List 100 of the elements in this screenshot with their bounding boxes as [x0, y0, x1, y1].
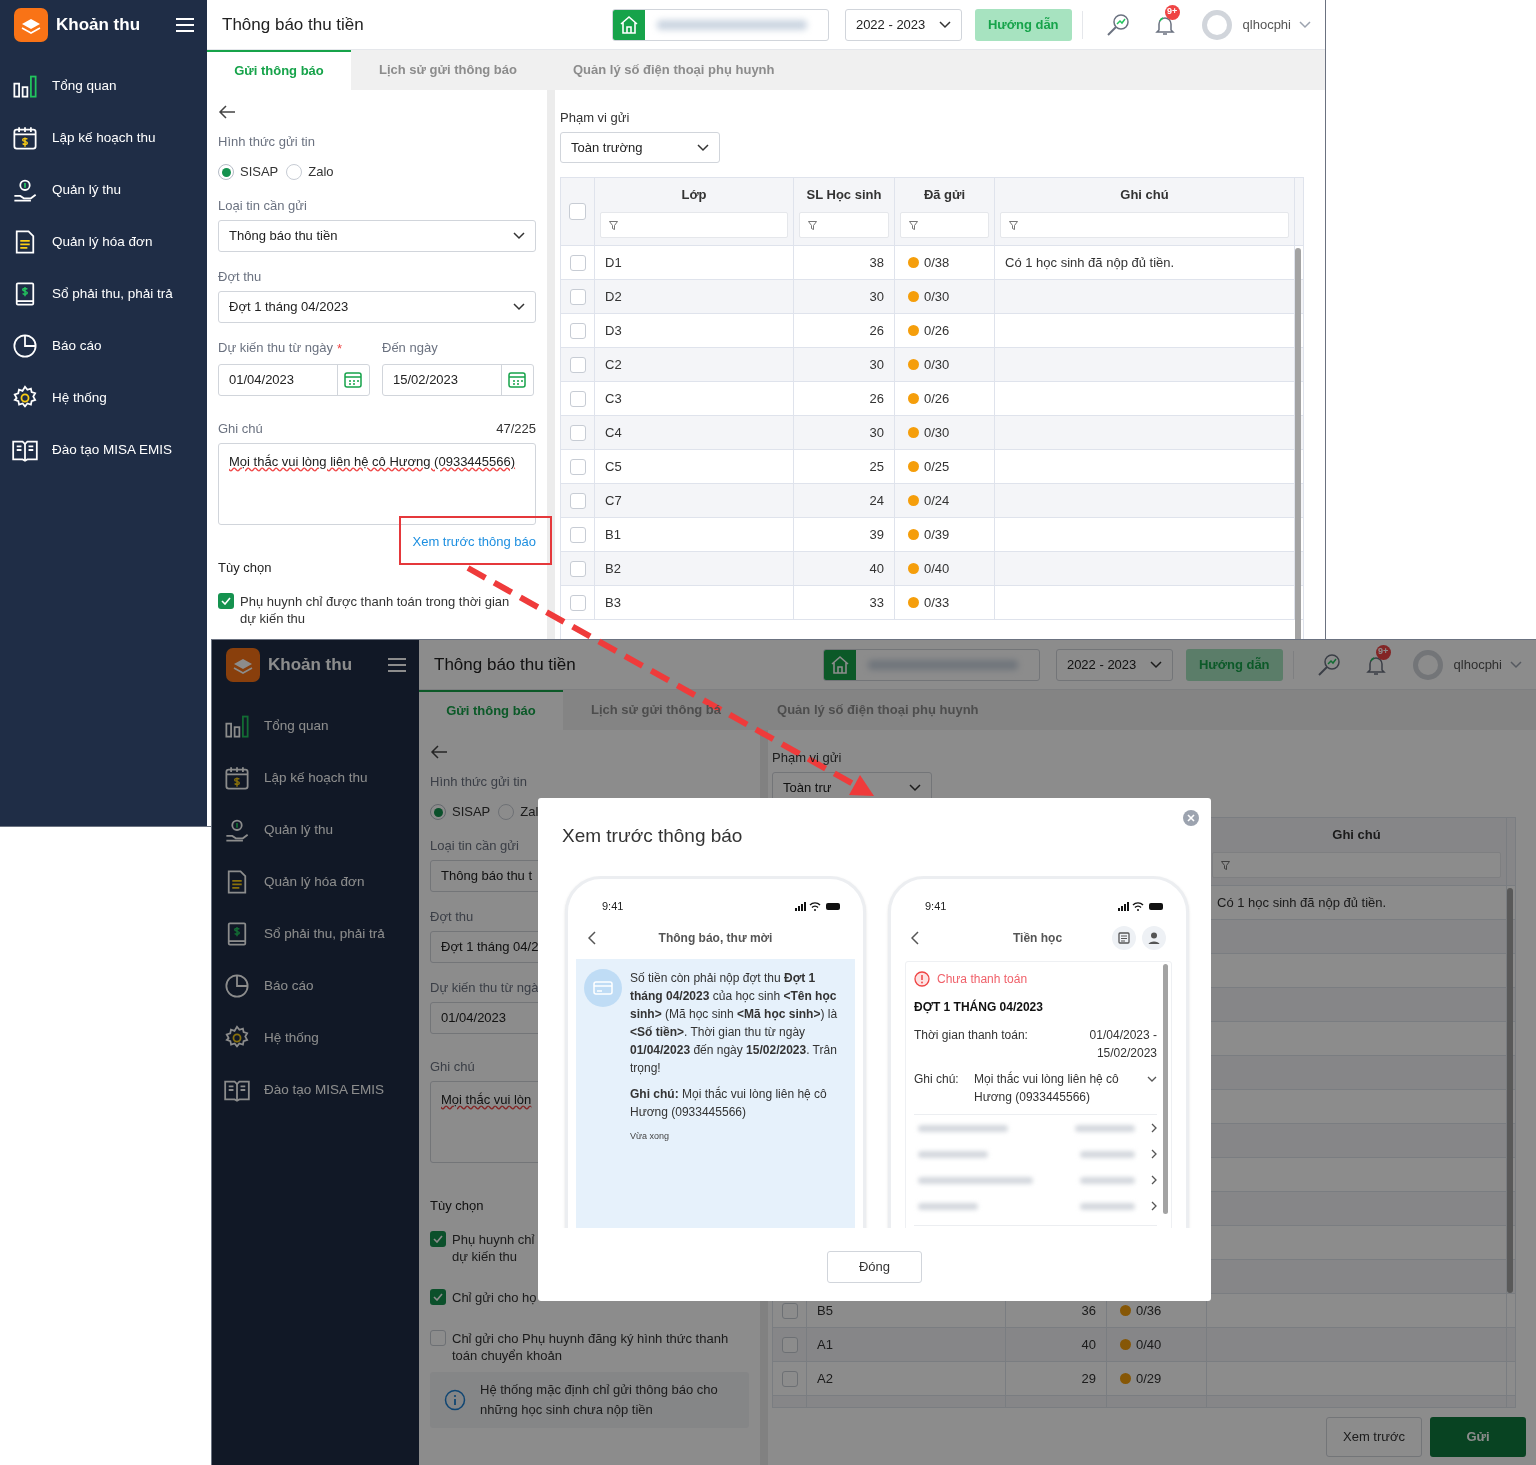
scrollbar[interactable]: [1507, 888, 1513, 1293]
chevron-down-icon: [697, 143, 709, 152]
school-field[interactable]: [822, 648, 1040, 681]
app-title: Khoản thu: [268, 654, 353, 677]
sidebar-item[interactable]: Quản lý hóa đơn: [212, 856, 419, 908]
status-dot-icon: [908, 359, 919, 370]
screen-title: Thông báo, thư mời: [657, 930, 774, 947]
sidebar-item[interactable]: Quản lý hóa đơn: [0, 216, 207, 268]
radio-option[interactable]: Zal: [498, 802, 539, 822]
select-field[interactable]: Đợt 1 tháng 04/2023: [218, 291, 536, 323]
year-select[interactable]: 2022 - 2023: [1055, 648, 1173, 681]
logo-icon: [14, 8, 48, 42]
checkbox[interactable]: [569, 458, 586, 475]
scrollbar[interactable]: [1163, 964, 1168, 1214]
check-icon: [433, 1235, 443, 1243]
status-bar-icons: [1118, 901, 1164, 911]
note-textarea[interactable]: Mọi thắc vui lòng liên hệ cô Hương (0933445566): [218, 442, 536, 525]
table-cell-text: Có 1 học sinh đã nộp đủ tiền.: [1005, 253, 1175, 272]
chevron-down-icon[interactable]: [1147, 1076, 1157, 1082]
checkbox[interactable]: [569, 594, 586, 611]
user-icon[interactable]: [1142, 926, 1166, 950]
status-dot-icon: [1120, 1305, 1131, 1316]
field-label: Thời gian thanh toán:: [914, 1027, 1028, 1044]
checkbox[interactable]: [569, 322, 586, 339]
select-field[interactable]: Thông báo thu tiền: [218, 220, 536, 252]
hand-coin-icon: [12, 177, 38, 203]
checkbox[interactable]: [781, 1302, 798, 1319]
filter-field[interactable]: [600, 212, 788, 238]
checkbox[interactable]: [569, 356, 586, 373]
sidebar-item[interactable]: Sổ phải thu, phải trả: [212, 908, 419, 960]
tab[interactable]: Gửi thông báo: [207, 50, 351, 90]
notification-badge: 9+: [1164, 4, 1180, 20]
radio-option[interactable]: SISAP: [218, 162, 279, 182]
field-label: Ghi chú: [218, 419, 263, 438]
radio-button[interactable]: [498, 804, 515, 820]
sidebar-item[interactable]: Sổ phải thu, phải trả: [0, 268, 207, 320]
filter-field[interactable]: [1212, 852, 1501, 878]
checkbox[interactable]: [569, 288, 586, 305]
checkbox[interactable]: [569, 526, 586, 543]
checkbox-option[interactable]: Phụ huynh chỉ được thanh toán trong thời gian dự kiến thu: [218, 592, 536, 627]
filter-field[interactable]: [799, 212, 889, 238]
school-field[interactable]: [611, 8, 829, 41]
year-select[interactable]: 2022 - 2023: [844, 8, 962, 41]
back-chevron-icon[interactable]: [588, 931, 596, 945]
timestamp: Vừa xong: [630, 1130, 671, 1143]
close-icon[interactable]: [1183, 810, 1199, 826]
checkbox[interactable]: [569, 560, 586, 577]
status-dot-icon: [908, 325, 919, 336]
checkbox[interactable]: [430, 1231, 446, 1247]
preview-button[interactable]: Xem trước: [1326, 1417, 1422, 1457]
checkbox[interactable]: [781, 1336, 798, 1353]
checkbox[interactable]: [430, 1289, 446, 1305]
sidebar-item[interactable]: Hệ thống: [0, 372, 207, 424]
back-arrow-icon[interactable]: [430, 743, 448, 761]
avatar-icon[interactable]: [1200, 8, 1233, 41]
table-cell-text: 40: [869, 559, 884, 578]
list-icon[interactable]: [1112, 926, 1136, 950]
send-button[interactable]: Gửi: [1430, 1417, 1526, 1457]
select-field[interactable]: Toàn trường: [560, 132, 720, 163]
sidebar-item[interactable]: Tổng quan: [0, 60, 207, 112]
sidebar-item[interactable]: Đào tạo MISA EMIS: [0, 424, 207, 476]
preview-link[interactable]: Xem trước thông báo: [412, 531, 536, 552]
close-button[interactable]: Đóng: [827, 1251, 922, 1283]
radio-option[interactable]: Zalo: [286, 162, 334, 182]
tab[interactable]: Quản lý số điện thoại phụ huynh: [545, 50, 803, 90]
checkbox-option[interactable]: Chỉ gửi cho Phụ huynh đăng ký hình thức thanh toán chuyển khoản: [430, 1330, 749, 1364]
radio-option[interactable]: SISAP: [430, 802, 491, 822]
radio-button[interactable]: [218, 164, 234, 180]
status-time: 9:41: [602, 898, 624, 914]
checkbox-option[interactable]: Chỉ gửi cho họ: [430, 1289, 749, 1306]
date-field[interactable]: 01/04/2023: [218, 363, 370, 396]
back-arrow-icon[interactable]: [218, 103, 236, 121]
checkbox[interactable]: [569, 492, 586, 509]
sidebar-item[interactable]: Đào tạo MISA EMIS: [212, 1064, 419, 1116]
radio-button[interactable]: [286, 164, 303, 180]
sidebar-item[interactable]: Báo cáo: [0, 320, 207, 372]
sidebar-item[interactable]: Báo cáo: [212, 960, 419, 1012]
filter-field[interactable]: [1000, 212, 1289, 238]
checkbox[interactable]: [569, 424, 586, 441]
menu-icon[interactable]: [175, 17, 195, 33]
checkbox[interactable]: [781, 1370, 798, 1387]
checkbox[interactable]: [218, 592, 234, 609]
sidebar-item[interactable]: Lập kế hoạch thu: [0, 112, 207, 164]
checkbox-option[interactable]: Phụ huynh chỉ dự kiến thu: [430, 1231, 749, 1265]
sidebar-item[interactable]: Hệ thống: [212, 1012, 419, 1064]
table-cell-text: A2: [817, 1369, 833, 1388]
field-label: Hình thức gửi tin: [430, 773, 527, 791]
avatar-icon[interactable]: [1411, 648, 1444, 681]
tab[interactable]: Lịch sử gửi thông báo: [351, 50, 545, 90]
filter-field[interactable]: [900, 212, 989, 238]
date-field[interactable]: 15/02/2023: [382, 363, 534, 396]
blurred-text: [1080, 1176, 1135, 1184]
checkbox[interactable]: [569, 254, 586, 271]
back-chevron-icon[interactable]: [911, 931, 919, 945]
radio-button[interactable]: [430, 804, 446, 820]
checkbox[interactable]: [430, 1330, 446, 1346]
payment-status: Chưa thanh toán: [937, 971, 1028, 988]
checkbox[interactable]: [569, 203, 586, 220]
checkbox[interactable]: [569, 390, 586, 407]
sidebar-item[interactable]: Quản lý thu: [0, 164, 207, 216]
